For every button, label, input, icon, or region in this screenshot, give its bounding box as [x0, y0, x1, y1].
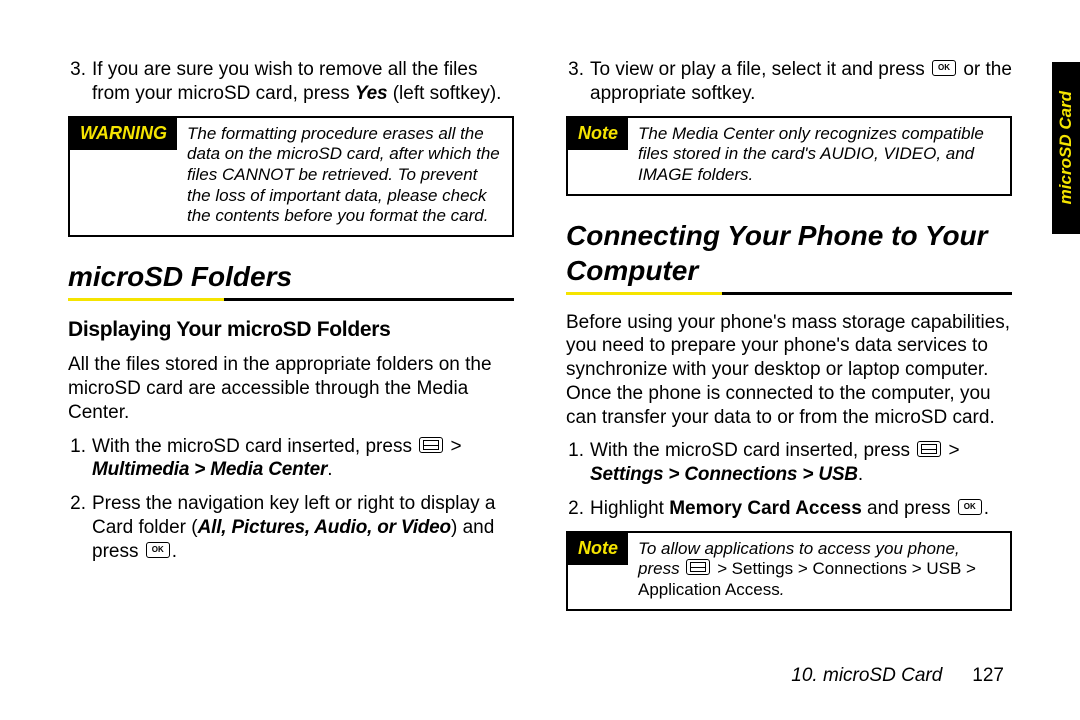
text: .: [858, 464, 863, 485]
page-number: 127: [972, 664, 1004, 688]
menu-item: Memory Card Access: [669, 498, 862, 519]
text: Highlight: [590, 498, 669, 519]
folder-options: All, Pictures, Audio, or Video: [198, 517, 451, 538]
ok-key-icon: [958, 499, 982, 515]
callout-tag: WARNING: [70, 118, 177, 151]
intro-paragraph: All the files stored in the appropriate …: [68, 353, 514, 424]
note-callout-2: Note To allow applications to access you…: [566, 531, 1012, 611]
right-column: 3. To view or play a file, select it and…: [566, 48, 1012, 629]
ok-key-icon: [932, 60, 956, 76]
step-number: 3.: [566, 58, 584, 106]
callout-body: The formatting procedure erases all the …: [177, 118, 512, 236]
callout-tag: Note: [568, 533, 628, 566]
note-callout-1: Note The Media Center only recognizes co…: [566, 116, 1012, 196]
left-display-step-2: 2. Press the navigation key left or righ…: [68, 492, 514, 563]
menu-key-icon: [419, 437, 443, 453]
step-number: 1.: [566, 439, 584, 487]
text: and press: [862, 498, 956, 519]
step-number: 2.: [566, 497, 584, 521]
page: 3. If you are sure you wish to remove al…: [0, 0, 1080, 629]
ok-key-icon: [146, 542, 170, 558]
left-step-3: 3. If you are sure you wish to remove al…: [68, 58, 514, 106]
text: >: [445, 436, 461, 457]
text: With the microSD card inserted, press: [92, 436, 417, 457]
right-connect-step-1: 1. With the microSD card inserted, press…: [566, 439, 1012, 487]
text: .: [984, 498, 989, 519]
softkey-name: Yes: [355, 83, 388, 104]
left-display-step-1: 1. With the microSD card inserted, press…: [68, 435, 514, 483]
step-number: 2.: [68, 492, 86, 563]
side-tab-label: microSD Card: [1055, 91, 1076, 204]
left-column: 3. If you are sure you wish to remove al…: [68, 48, 514, 629]
heading-rule: [566, 292, 1012, 295]
text: With the microSD card inserted, press: [590, 440, 915, 461]
step-number: 3.: [68, 58, 86, 106]
intro-paragraph: Before using your phone's mass storage c…: [566, 311, 1012, 430]
right-connect-step-2: 2. Highlight Memory Card Access and pres…: [566, 497, 1012, 521]
chapter-label: 10. microSD Card: [791, 664, 942, 688]
text: .: [327, 459, 332, 480]
subsection-heading: Displaying Your microSD Folders: [68, 317, 514, 343]
menu-path: Multimedia > Media Center: [92, 459, 327, 480]
text: (left softkey).: [387, 83, 501, 104]
page-footer: 10. microSD Card 127: [791, 664, 1004, 688]
warning-callout: WARNING The formatting procedure erases …: [68, 116, 514, 238]
menu-path: Settings > Connections > USB: [590, 464, 858, 485]
section-heading: microSD Folders: [68, 259, 514, 294]
step-text: To view or play a file, select it and pr…: [590, 58, 1012, 106]
step-text: If you are sure you wish to remove all t…: [92, 58, 514, 106]
step-number: 1.: [68, 435, 86, 483]
section-heading: Connecting Your Phone to Your Computer: [566, 218, 1012, 288]
step-text: With the microSD card inserted, press > …: [590, 439, 1012, 487]
text: >: [712, 559, 731, 578]
text: .: [172, 541, 177, 562]
callout-tag: Note: [568, 118, 628, 151]
step-text: Highlight Memory Card Access and press .: [590, 497, 1012, 521]
text: >: [943, 440, 959, 461]
heading-rule: [68, 298, 514, 301]
text: .: [780, 580, 785, 599]
callout-body: To allow applications to access you phon…: [628, 533, 1010, 609]
right-step-3: 3. To view or play a file, select it and…: [566, 58, 1012, 106]
menu-key-icon: [686, 559, 710, 575]
callout-body: The Media Center only recognizes compati…: [628, 118, 1010, 194]
step-text: With the microSD card inserted, press > …: [92, 435, 514, 483]
side-tab: microSD Card: [1052, 62, 1080, 234]
step-text: Press the navigation key left or right t…: [92, 492, 514, 563]
menu-key-icon: [917, 441, 941, 457]
text: To view or play a file, select it and pr…: [590, 59, 930, 80]
